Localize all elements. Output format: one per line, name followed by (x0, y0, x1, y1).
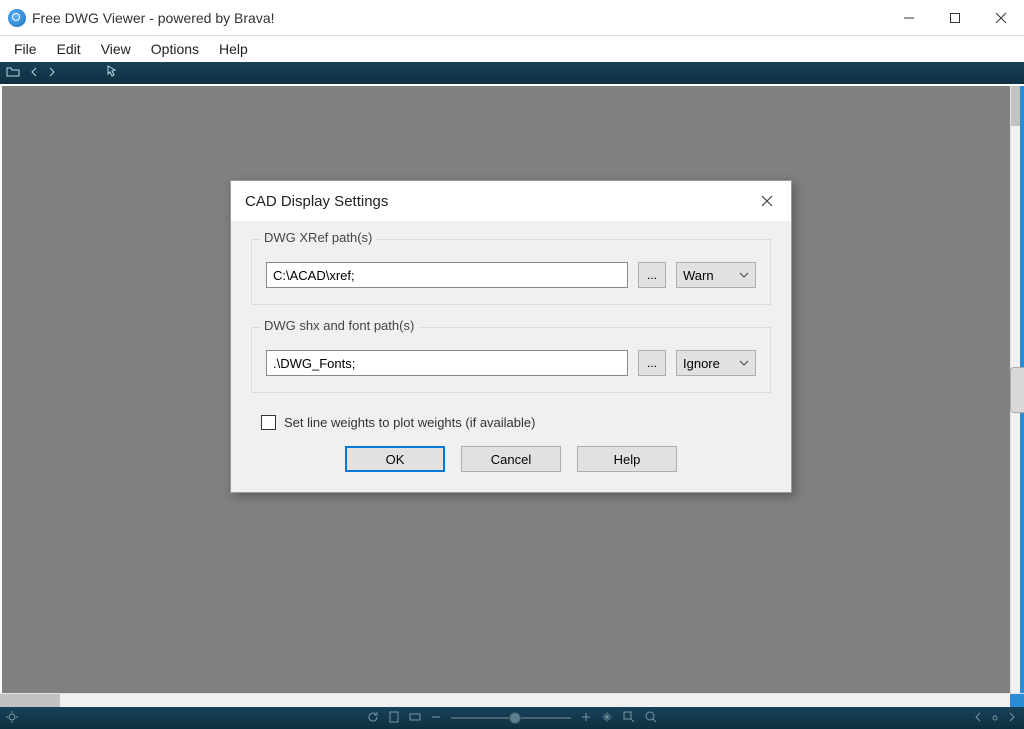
shx-path-input[interactable] (266, 350, 628, 376)
window-minimize-button[interactable] (886, 0, 932, 35)
menu-view[interactable]: View (91, 39, 141, 59)
shx-mode-select[interactable]: Ignore (676, 350, 756, 376)
window-title: Free DWG Viewer - powered by Brava! (32, 10, 886, 26)
menu-file[interactable]: File (4, 39, 47, 59)
window-titlebar: Free DWG Viewer - powered by Brava! (0, 0, 1024, 36)
fit-icon[interactable] (409, 711, 421, 726)
open-folder-icon[interactable] (6, 64, 20, 82)
app-icon (8, 9, 26, 27)
nav-prev-icon[interactable] (30, 64, 38, 82)
nav-next-icon[interactable] (48, 64, 56, 82)
xref-browse-button[interactable]: ... (638, 262, 666, 288)
chevron-down-icon (739, 272, 749, 278)
menu-bar: File Edit View Options Help (0, 36, 1024, 62)
xref-path-input[interactable] (266, 262, 628, 288)
shx-path-group: DWG shx and font path(s) ... Ignore (251, 327, 771, 393)
zoom-region-icon[interactable] (623, 711, 635, 726)
zoom-slider[interactable] (451, 717, 571, 719)
shx-mode-value: Ignore (683, 356, 720, 371)
zoom-slider-thumb[interactable] (509, 712, 521, 724)
page-indicator (992, 712, 998, 724)
cancel-button[interactable]: Cancel (461, 446, 561, 472)
dialog-title: CAD Display Settings (245, 193, 388, 210)
xref-group-label: DWG XRef path(s) (260, 230, 376, 245)
bottom-toolbar (0, 707, 1024, 729)
side-panel-handle[interactable] (1010, 367, 1024, 413)
zoom-out-icon[interactable] (431, 712, 441, 725)
rotate-icon[interactable] (367, 711, 379, 726)
shx-browse-button[interactable]: ... (638, 350, 666, 376)
menu-options[interactable]: Options (141, 39, 209, 59)
line-weights-label: Set line weights to plot weights (if ava… (284, 415, 535, 430)
window-maximize-button[interactable] (932, 0, 978, 35)
vertical-scrollbar[interactable] (1010, 86, 1024, 693)
window-close-button[interactable] (978, 0, 1024, 35)
pointer-icon[interactable] (106, 64, 118, 82)
menu-edit[interactable]: Edit (47, 39, 91, 59)
line-weights-row: Set line weights to plot weights (if ava… (261, 415, 771, 430)
xref-mode-select[interactable]: Warn (676, 262, 756, 288)
top-toolbar (0, 62, 1024, 84)
shx-group-label: DWG shx and font path(s) (260, 318, 418, 333)
magnify-icon[interactable] (645, 711, 657, 726)
cad-display-settings-dialog: CAD Display Settings DWG XRef path(s) ..… (230, 180, 792, 493)
help-button[interactable]: Help (577, 446, 677, 472)
scroll-corner (1010, 694, 1024, 707)
ok-button[interactable]: OK (345, 446, 445, 472)
menu-help[interactable]: Help (209, 39, 258, 59)
dialog-titlebar: CAD Display Settings (231, 181, 791, 221)
zoom-in-icon[interactable] (581, 712, 591, 725)
brightness-icon[interactable] (6, 711, 18, 726)
chevron-down-icon (739, 360, 749, 366)
dialog-close-button[interactable] (757, 191, 777, 211)
page-prev-icon[interactable] (974, 712, 982, 725)
line-weights-checkbox[interactable] (261, 415, 276, 430)
xref-path-group: DWG XRef path(s) ... Warn (251, 239, 771, 305)
page-icon[interactable] (389, 711, 399, 726)
horizontal-scrollbar[interactable] (0, 693, 1024, 707)
page-next-icon[interactable] (1008, 712, 1016, 725)
xref-mode-value: Warn (683, 268, 714, 283)
horizontal-scrollbar-thumb[interactable] (0, 694, 60, 707)
pan-icon[interactable] (601, 711, 613, 726)
